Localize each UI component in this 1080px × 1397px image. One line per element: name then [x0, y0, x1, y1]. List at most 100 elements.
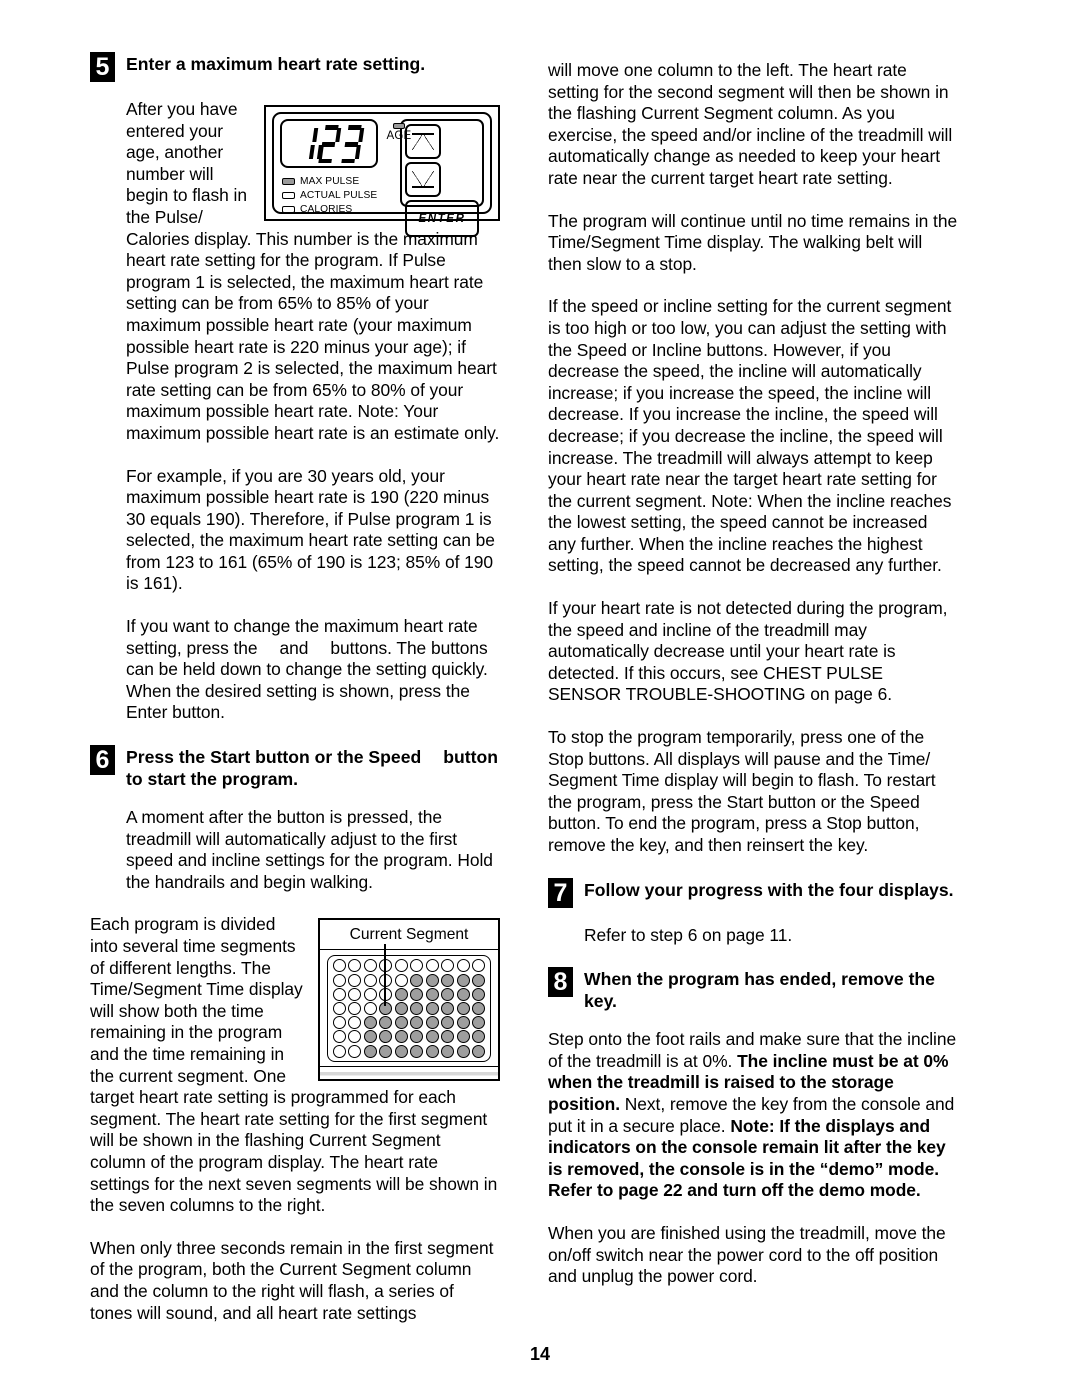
- segment-led-r7-c10: [472, 1044, 486, 1058]
- segment-led-r2-c4: [379, 973, 393, 987]
- console-display-area: AGE MAX PULSE ACTUAL PULSE CALORIES: [280, 119, 411, 215]
- segment-led-r3-c5: [394, 987, 408, 1001]
- age-indicator-group: AGE: [384, 123, 414, 142]
- segment-led-r3-c4: [379, 987, 393, 1001]
- segment-led-r2-c9: [456, 973, 470, 987]
- segment-led-r2-c6: [410, 973, 424, 987]
- right-paragraph-4: If your heart rate is not detected durin…: [548, 598, 948, 705]
- two-column-layout: 5 Enter a maximum heart rate setting. AG…: [90, 52, 998, 1345]
- segment-led-r3-c10: [472, 987, 486, 1001]
- right-paragraph-1: will move one column to the left. The he…: [548, 60, 953, 188]
- segment-led-r7-c3: [363, 1044, 377, 1058]
- page-number: 14: [529, 1344, 551, 1364]
- segment-led-r4-c1: [332, 1001, 346, 1015]
- segment-led-r6-c1: [332, 1030, 346, 1044]
- right-paragraph-3: If the speed or incline setting for the …: [548, 296, 952, 576]
- actual-pulse-label: ACTUAL PULSE: [300, 189, 378, 201]
- step-6-heading: 6 Press the Start button or the Speed but…: [90, 745, 500, 790]
- segment-led-r4-c3: [363, 1001, 377, 1015]
- indicator-max-pulse: MAX PULSE: [282, 175, 398, 188]
- calories-label: CALORIES: [300, 203, 353, 215]
- segment-led-r3-c3: [363, 987, 377, 1001]
- left-column: 5 Enter a maximum heart rate setting. AG…: [90, 52, 500, 1345]
- segment-led-r4-c4: [379, 1001, 393, 1015]
- triangle-up-icon: [412, 171, 434, 188]
- calories-led-icon: [282, 206, 295, 213]
- step-7-title: Follow your progress with the four displ…: [584, 879, 954, 900]
- segment-led-r7-c1: [332, 1044, 346, 1058]
- step-6-paragraph-1: A moment after the button is pressed, th…: [126, 807, 493, 892]
- segment-led-r4-c5: [394, 1001, 408, 1015]
- right-paragraph-5: To stop the program temporarily, press o…: [548, 727, 958, 857]
- pointer-line: [384, 944, 386, 1007]
- segment-led-r4-c8: [441, 1001, 455, 1015]
- segment-led-r6-c2: [348, 1030, 362, 1044]
- indicator-list: MAX PULSE ACTUAL PULSE CALORIES: [280, 175, 398, 216]
- segment-led-r5-c6: [410, 1016, 424, 1030]
- segment-led-r6-c10: [472, 1030, 486, 1044]
- segment-led-r3-c9: [456, 987, 470, 1001]
- indicator-calories: CALORIES: [282, 203, 398, 216]
- segment-led-r7-c8: [441, 1044, 455, 1058]
- segment-led-r5-c9: [456, 1016, 470, 1030]
- segment-led-r1-c1: [332, 959, 346, 973]
- segment-led-r7-c6: [410, 1044, 424, 1058]
- right-paragraph-5-part-1: To stop the program temporarily, press o…: [548, 727, 936, 812]
- step-7-number: 7: [548, 877, 573, 908]
- current-segment-figure: Current Segment: [318, 918, 500, 1081]
- step-8-paragraph-1: Step onto the foot rails and make sure t…: [548, 1029, 958, 1202]
- step-5-paragraph-3: If you want to change the maximum heart …: [90, 616, 500, 724]
- step-5-paragraph-3-part-2: and: [279, 637, 309, 658]
- seven-segment-digit-3: [339, 124, 365, 163]
- segment-led-r6-c9: [456, 1030, 470, 1044]
- right-column: will move one column to the left. The he…: [548, 52, 958, 1309]
- indicator-actual-pulse: ACTUAL PULSE: [282, 189, 398, 202]
- console-inner-bezel: AGE MAX PULSE ACTUAL PULSE CALORIES ENTE…: [272, 112, 492, 237]
- step-6-number: 6: [90, 745, 115, 776]
- segment-led-r4-c7: [425, 1001, 439, 1015]
- segment-led-r1-c6: [410, 959, 424, 973]
- enter-button[interactable]: ENTER: [405, 200, 479, 237]
- console-outer-bezel: AGE MAX PULSE ACTUAL PULSE CALORIES ENTE…: [264, 105, 500, 237]
- manual-page: 5 Enter a maximum heart rate setting. AG…: [0, 0, 1080, 1397]
- segment-led-r6-c7: [425, 1030, 439, 1044]
- segment-led-r3-c2: [348, 987, 362, 1001]
- step-5-title: Enter a maximum heart rate setting.: [126, 54, 426, 74]
- segment-led-r5-c3: [363, 1016, 377, 1030]
- segment-led-r2-c7: [425, 973, 439, 987]
- console-base-strip: [320, 1065, 498, 1079]
- max-pulse-led-icon: [282, 178, 295, 185]
- segment-led-r3-c6: [410, 987, 424, 1001]
- segment-led-r2-c1: [332, 973, 346, 987]
- segment-led-r1-c4: [379, 959, 393, 973]
- step-6-title: Press the Start button or the Speed butto…: [126, 745, 500, 790]
- step-8-paragraph-2: When you are finished using the treadmil…: [548, 1222, 946, 1287]
- segment-grid-holder: [320, 944, 498, 1065]
- max-pulse-label: MAX PULSE: [300, 175, 360, 187]
- segment-led-r6-c8: [441, 1030, 455, 1044]
- segment-led-r2-c5: [394, 973, 408, 987]
- segment-led-r3-c8: [441, 987, 455, 1001]
- current-segment-title: Current Segment: [320, 920, 498, 951]
- seven-segment-digit-1: [293, 125, 319, 163]
- step-8-number: 8: [548, 967, 573, 998]
- segment-led-r7-c2: [348, 1044, 362, 1058]
- segment-led-r2-c10: [472, 973, 486, 987]
- segment-led-r4-c2: [348, 1001, 362, 1015]
- step-5-paragraph-2: For example, if you are 30 years old, yo…: [126, 465, 495, 594]
- triangle-down-icon: [412, 133, 434, 150]
- segment-led-r5-c5: [394, 1016, 408, 1030]
- segment-led-r1-c5: [394, 959, 408, 973]
- pulse-calories-display: [280, 119, 378, 168]
- step-6-title-part-1: Press the Start button or the Speed: [126, 747, 422, 768]
- increase-button[interactable]: [405, 162, 441, 197]
- seven-segment-digit-2: [316, 124, 342, 163]
- age-led-icon: [393, 123, 405, 129]
- segment-led-r2-c3: [363, 973, 377, 987]
- segment-led-r2-c8: [441, 973, 455, 987]
- segment-led-r5-c10: [472, 1016, 486, 1030]
- console-figure: AGE MAX PULSE ACTUAL PULSE CALORIES ENTE…: [264, 105, 500, 237]
- current-segment-label: Current Segment: [349, 926, 469, 944]
- segment-led-r5-c2: [348, 1016, 362, 1030]
- segment-led-r1-c10: [472, 959, 486, 973]
